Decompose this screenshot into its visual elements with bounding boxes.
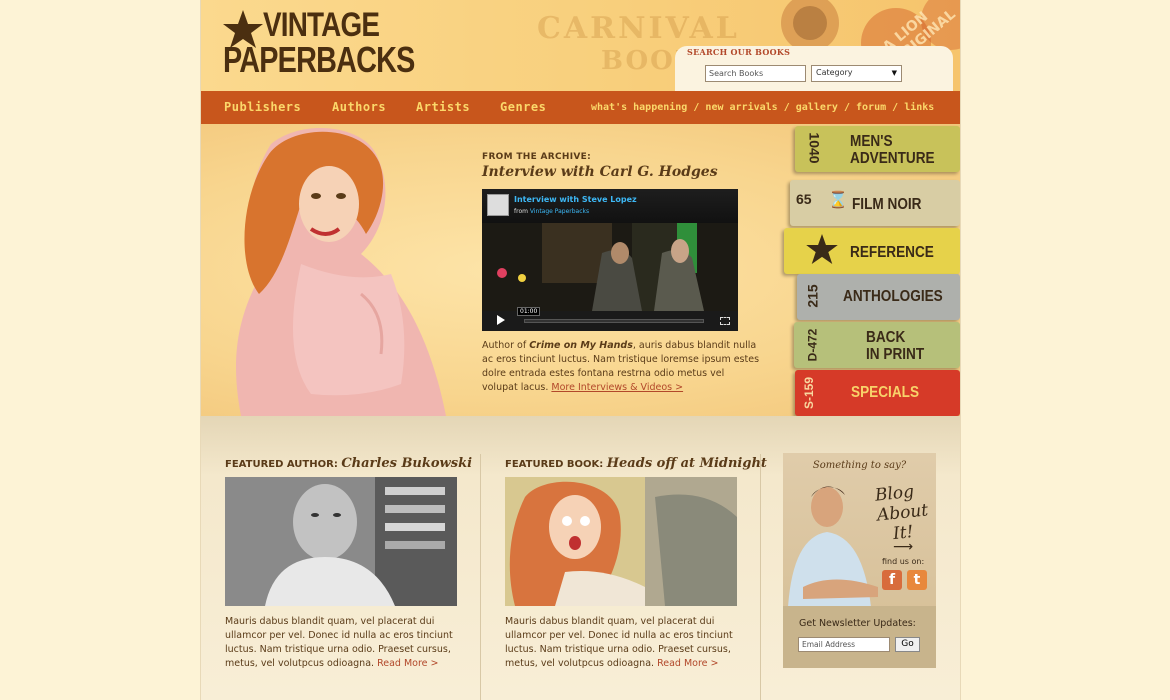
featured-book-label: FEATURED BOOK:: [505, 459, 604, 470]
hero: FROM THE ARCHIVE: Interview with Carl G.…: [201, 124, 960, 416]
nav-authors[interactable]: Authors: [332, 100, 386, 114]
video-logo-icon: [487, 194, 509, 216]
arrow-right-icon: ⟶: [893, 539, 914, 555]
video-time: 01:00: [517, 307, 541, 316]
spine-label: MEN'S: [850, 133, 893, 150]
author-photo[interactable]: [225, 477, 457, 606]
video-frame: [482, 223, 738, 311]
archive-title[interactable]: Interview with Carl G. Hodges: [482, 164, 718, 180]
genre-anthologies[interactable]: 215 ANTHOLOGIES: [797, 274, 960, 320]
spine-label: ANTHOLOGIES: [843, 288, 943, 305]
nav-gallery[interactable]: gallery: [796, 102, 838, 113]
find-us-label: find us on:: [882, 557, 925, 566]
video-from-prefix: from: [514, 208, 530, 215]
spine-number: S-159: [802, 376, 817, 410]
play-icon[interactable]: [497, 315, 505, 325]
featured-book-name[interactable]: Heads off at Midnight: [607, 456, 767, 471]
spine-label-2: ADVENTURE: [850, 150, 935, 167]
secondary-nav: what's happening / new arrivals / galler…: [591, 102, 934, 113]
page: CARNIVAL BOOKS A LION ORIGINAL VINTAGE P…: [201, 0, 960, 700]
spine-label-2: IN PRINT: [866, 346, 925, 363]
spine-number: 1040: [806, 132, 823, 164]
header: CARNIVAL BOOKS A LION ORIGINAL VINTAGE P…: [201, 0, 960, 91]
nav-forum[interactable]: forum: [856, 102, 886, 113]
featured-author-read-more[interactable]: Read More >: [377, 658, 438, 669]
nav-publishers[interactable]: Publishers: [224, 100, 301, 114]
search-label: SEARCH OUR BOOKS: [687, 47, 791, 57]
archive-description: Author of Crime on My Hands, auris dabus…: [482, 339, 762, 395]
column-divider: [760, 454, 761, 700]
email-field[interactable]: [798, 637, 890, 652]
nav-separator: /: [693, 102, 700, 113]
nav-genres[interactable]: Genres: [500, 100, 546, 114]
feature-section: FEATURED AUTHOR: Charles Bukowski Mauris…: [201, 416, 960, 700]
spine-number: 65: [796, 191, 812, 207]
newsletter-label: Get Newsletter Updates:: [799, 618, 916, 629]
logo-text-paperbacks: PAPERBACKS: [223, 39, 415, 80]
more-interviews-link[interactable]: More Interviews & Videos >: [551, 382, 683, 393]
featured-book-heading: FEATURED BOOK: Heads off at Midnight: [505, 456, 767, 471]
category-select[interactable]: Category ▼: [811, 65, 902, 82]
logo-text-vintage: VINTAGE: [263, 6, 380, 44]
category-select-value: Category: [816, 68, 853, 77]
archive-label: FROM THE ARCHIVE:: [482, 152, 591, 162]
nav-links[interactable]: links: [904, 102, 934, 113]
search-input[interactable]: [705, 65, 806, 82]
archive-book-title: Crime on My Hands: [529, 340, 633, 351]
featured-author-name[interactable]: Charles Bukowski: [341, 456, 472, 471]
genre-back-in-print[interactable]: D-472 BACK IN PRINT: [794, 322, 960, 368]
blog-question: Something to say?: [812, 460, 907, 471]
spine-number: D-472: [805, 328, 820, 362]
star-icon: [806, 234, 838, 264]
spine-label: REFERENCE: [850, 244, 934, 261]
nav-whats-happening[interactable]: what's happening: [591, 102, 687, 113]
nav-new-arrivals[interactable]: new arrivals: [705, 102, 777, 113]
spine-label: SPECIALS: [851, 384, 920, 401]
genre-specials[interactable]: S-159 SPECIALS: [795, 370, 960, 416]
genre-film-noir[interactable]: 65 ⌛ FILM NOIR: [790, 180, 960, 226]
nav-artists[interactable]: Artists: [416, 100, 470, 114]
featured-book-text: Mauris dabus blandit quam, vel placerat …: [505, 615, 737, 671]
video-progress-bar[interactable]: [524, 319, 704, 323]
video-source: from Vintage Paperbacks: [514, 208, 589, 215]
facebook-icon[interactable]: f: [882, 570, 902, 590]
spine-label: BACK: [866, 329, 906, 346]
fullscreen-icon[interactable]: [720, 317, 730, 325]
newsletter-go-button[interactable]: Go: [895, 637, 920, 652]
genre-reference[interactable]: REFERENCE: [784, 228, 960, 274]
book-cover-art[interactable]: [505, 477, 737, 606]
man-illustration: [788, 486, 878, 607]
dropdown-arrow-icon: ▼: [891, 69, 897, 77]
column-divider: [480, 454, 481, 700]
video-player[interactable]: Interview with Steve Lopez from Vintage …: [482, 189, 738, 331]
video-source-link[interactable]: Vintage Paperbacks: [530, 208, 589, 215]
featured-book-read-more[interactable]: Read More >: [657, 658, 718, 669]
featured-author-label: FEATURED AUTHOR:: [225, 459, 338, 470]
spine-number: 215: [804, 284, 821, 308]
genre-mens-adventure[interactable]: 1040 MEN'S ADVENTURE: [795, 126, 960, 172]
featured-author-heading: FEATURED AUTHOR: Charles Bukowski: [225, 456, 472, 471]
archive-text-prefix: Author of: [482, 340, 530, 351]
video-title[interactable]: Interview with Steve Lopez: [514, 195, 637, 204]
spine-label: FILM NOIR: [852, 196, 922, 213]
nav-separator: /: [843, 102, 850, 113]
twitter-icon[interactable]: t: [907, 570, 927, 590]
hourglass-icon: ⌛: [828, 190, 848, 209]
blog-callout[interactable]: Blog About It!: [874, 480, 931, 545]
featured-author-text: Mauris dabus blandit quam, vel placerat …: [225, 615, 457, 671]
pinup-illustration: [236, 128, 446, 416]
nav-separator: /: [783, 102, 790, 113]
nav-separator: /: [892, 102, 899, 113]
main-nav: Publishers Authors Artists Genres what's…: [201, 91, 960, 124]
decor-circle: [793, 6, 827, 40]
header-art-text: CARNIVAL: [537, 11, 740, 46]
blog-panel: Something to say? Blog About It! ⟶ find …: [783, 453, 936, 668]
